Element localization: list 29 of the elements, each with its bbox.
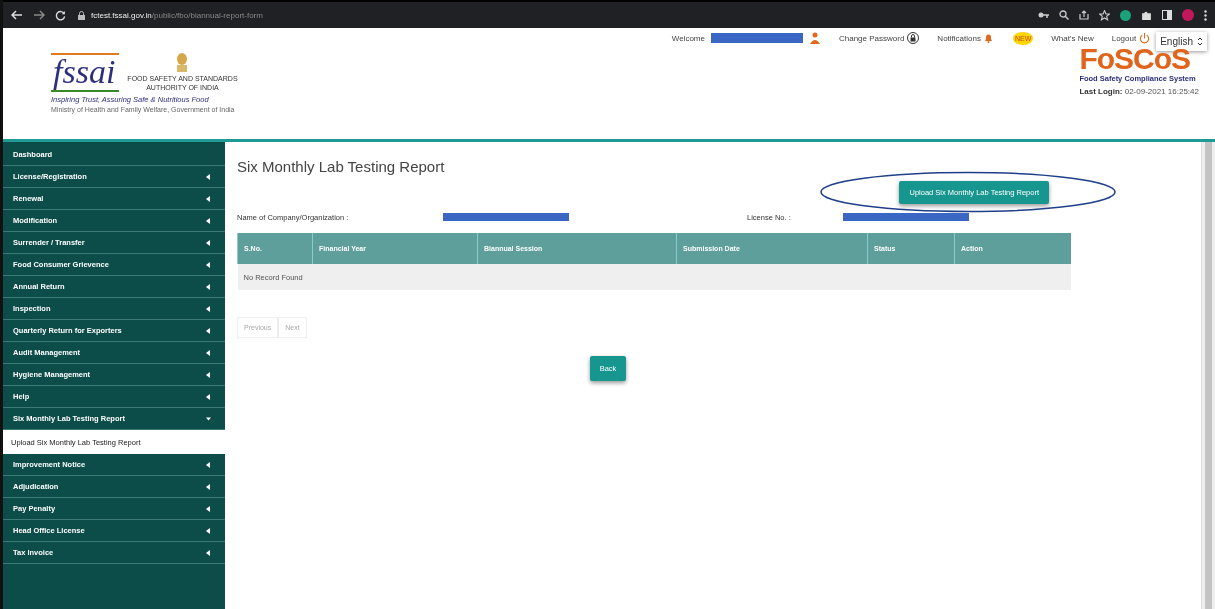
- logout-link[interactable]: Logout: [1111, 32, 1151, 44]
- key-icon[interactable]: [1038, 11, 1049, 19]
- profile-avatar-icon[interactable]: [1182, 9, 1194, 21]
- star-icon[interactable]: [1099, 9, 1110, 21]
- lock-icon: [78, 10, 85, 20]
- change-password-link[interactable]: Change Password: [839, 32, 920, 44]
- menu-icon[interactable]: [1204, 9, 1207, 21]
- scrollbar-thumb[interactable]: [1205, 142, 1212, 609]
- forward-arrow-icon[interactable]: [33, 10, 45, 20]
- reload-icon[interactable]: [55, 9, 66, 21]
- user-icon: [809, 32, 821, 44]
- whats-new-link[interactable]: What's New: [1051, 33, 1094, 43]
- emblem-icon: [175, 52, 190, 74]
- bell-icon: [983, 33, 993, 43]
- share-icon[interactable]: [1079, 10, 1089, 20]
- last-login-text: Last Login: 02-09-2021 16:25:42: [1079, 87, 1199, 96]
- back-arrow-icon[interactable]: [11, 10, 23, 20]
- address-bar[interactable]: fctest.fssai.gov.in/public/fbo/biannual-report-form: [78, 6, 1026, 24]
- notifications-link[interactable]: Notifications: [937, 33, 993, 43]
- page-title: Six Monthly Lab Testing Report: [237, 158, 446, 175]
- power-icon: [1139, 32, 1151, 44]
- zoom-icon[interactable]: [1059, 10, 1069, 20]
- extension-icon[interactable]: [1120, 9, 1131, 21]
- fssai-logo: fssai: [51, 53, 120, 92]
- sidebar-icon[interactable]: [1162, 10, 1172, 20]
- url-text: fctest.fssai.gov.in/public/fbo/biannual-report-form: [91, 10, 263, 20]
- updown-caret-icon: [1197, 36, 1203, 46]
- welcome-label: Welcome: [671, 33, 705, 43]
- lock-icon: [907, 32, 920, 44]
